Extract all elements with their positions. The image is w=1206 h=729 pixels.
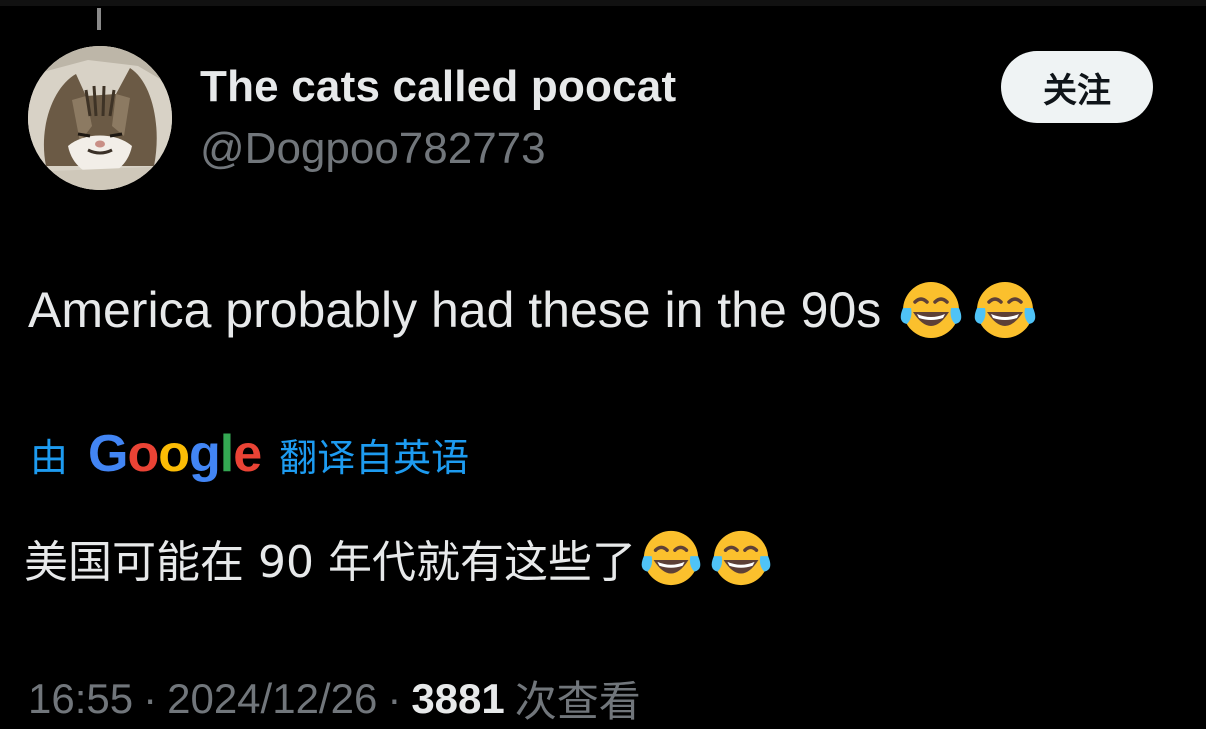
face-with-tears-of-joy-icon: [710, 527, 772, 589]
google-letter: o: [127, 425, 159, 483]
face-with-tears-of-joy-icon: [899, 278, 963, 342]
translated-from-label[interactable]: 翻译自英语: [279, 427, 469, 482]
view-count: 3881: [411, 674, 505, 722]
top-bar: [0, 0, 1206, 6]
tweet-text: America probably had these in the 90s: [28, 278, 1037, 342]
user-handle[interactable]: @Dogpoo782773: [200, 124, 546, 174]
translation-attribution[interactable]: 由 Google 翻译自英语: [30, 424, 469, 484]
avatar[interactable]: [28, 46, 172, 190]
translated-text-body: 美国可能在 90 年代就有这些了: [24, 537, 636, 588]
meta-separator: ·: [143, 674, 158, 722]
cat-avatar-icon: [28, 46, 172, 190]
google-letter: o: [158, 425, 190, 483]
google-letter: l: [219, 425, 234, 483]
views-label: 次查看: [514, 677, 641, 726]
google-logo: Google: [88, 424, 262, 484]
meta-separator: ·: [387, 674, 402, 722]
translated-text: 美国可能在 90 年代就有这些了: [24, 526, 772, 590]
tweet-meta: 16:55 · 2024/12/26 · 3881 次查看: [28, 668, 641, 729]
display-name[interactable]: The cats called poocat: [200, 62, 676, 112]
face-with-tears-of-joy-icon: [640, 527, 702, 589]
google-letter: g: [189, 425, 221, 483]
translate-by-label: 由: [30, 435, 69, 480]
follow-button[interactable]: 关注: [1001, 51, 1153, 123]
tweet-time[interactable]: 16:55: [28, 675, 133, 723]
google-letter: e: [233, 425, 262, 483]
google-letter: G: [88, 425, 128, 483]
tweet-text-body: America probably had these in the 90s: [28, 282, 882, 338]
tweet-date[interactable]: 2024/12/26: [167, 675, 377, 723]
face-with-tears-of-joy-icon: [973, 278, 1037, 342]
scroll-indicator: [97, 8, 101, 30]
